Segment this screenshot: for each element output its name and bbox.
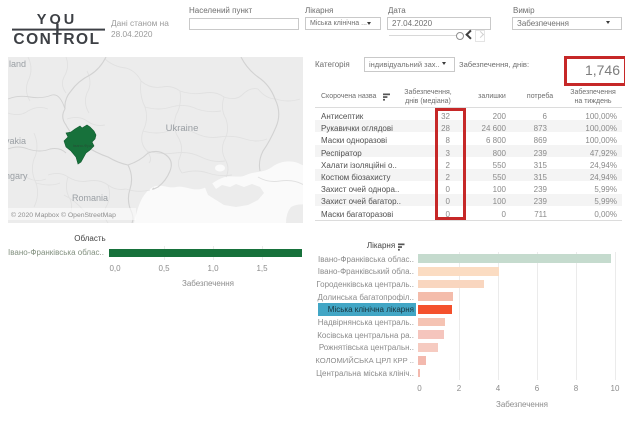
svg-text:land: land xyxy=(9,59,26,69)
svg-text:Romania: Romania xyxy=(72,193,108,203)
svg-text:CONTROL: CONTROL xyxy=(13,31,100,48)
svg-text:ngary: ngary xyxy=(8,171,28,181)
svg-text:vakia: vakia xyxy=(8,136,26,146)
svg-text:© 2020 Mapbox © OpenStreetMap: © 2020 Mapbox © OpenStreetMap xyxy=(11,211,116,219)
svg-text:Івано-Фра..: Івано-Фра.. xyxy=(73,143,94,148)
svg-text:Ukraine: Ukraine xyxy=(166,123,199,134)
